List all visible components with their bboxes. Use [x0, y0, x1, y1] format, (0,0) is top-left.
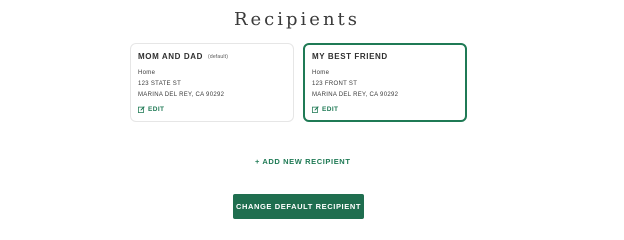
recipient-card-my-best-friend[interactable]: MY BEST FRIEND Home 123 FRONT ST MARINA … [303, 43, 467, 122]
change-default-recipient-button[interactable]: CHANGE DEFAULT RECIPIENT [233, 194, 364, 219]
recipient-card-mom-and-dad[interactable]: MOM AND DAD (default) Home 123 STATE ST M… [130, 43, 294, 122]
address-city: MARINA DEL REY, CA 90292 [138, 92, 225, 98]
recipient-name: MY BEST FRIEND [312, 52, 459, 61]
edit-recipient-link[interactable]: EDIT [138, 106, 164, 113]
page-title: Recipients [233, 9, 361, 30]
edit-label: EDIT [148, 106, 165, 113]
edit-label: EDIT [322, 106, 339, 113]
address-street: 123 FRONT ST [312, 81, 358, 87]
edit-recipient-link[interactable]: EDIT [312, 106, 338, 113]
recipient-name-text: MOM AND DAD [138, 52, 203, 61]
add-new-recipient-link[interactable]: + ADD NEW RECIPIENT [255, 157, 351, 166]
address-type: Home [138, 70, 156, 76]
recipient-name-text: MY BEST FRIEND [312, 52, 388, 61]
address-type: Home [312, 70, 330, 76]
recipient-name: MOM AND DAD (default) [138, 52, 287, 61]
edit-icon [312, 106, 319, 113]
edit-icon [138, 106, 145, 113]
address-city: MARINA DEL REY, CA 90292 [312, 92, 399, 98]
change-default-label: CHANGE DEFAULT RECIPIENT [235, 202, 362, 211]
address-block: Home 123 FRONT ST MARINA DEL REY, CA 902… [312, 68, 459, 101]
address-street: 123 STATE ST [138, 81, 182, 87]
address-block: Home 123 STATE ST MARINA DEL REY, CA 902… [138, 68, 287, 101]
default-badge: (default) [207, 54, 229, 60]
